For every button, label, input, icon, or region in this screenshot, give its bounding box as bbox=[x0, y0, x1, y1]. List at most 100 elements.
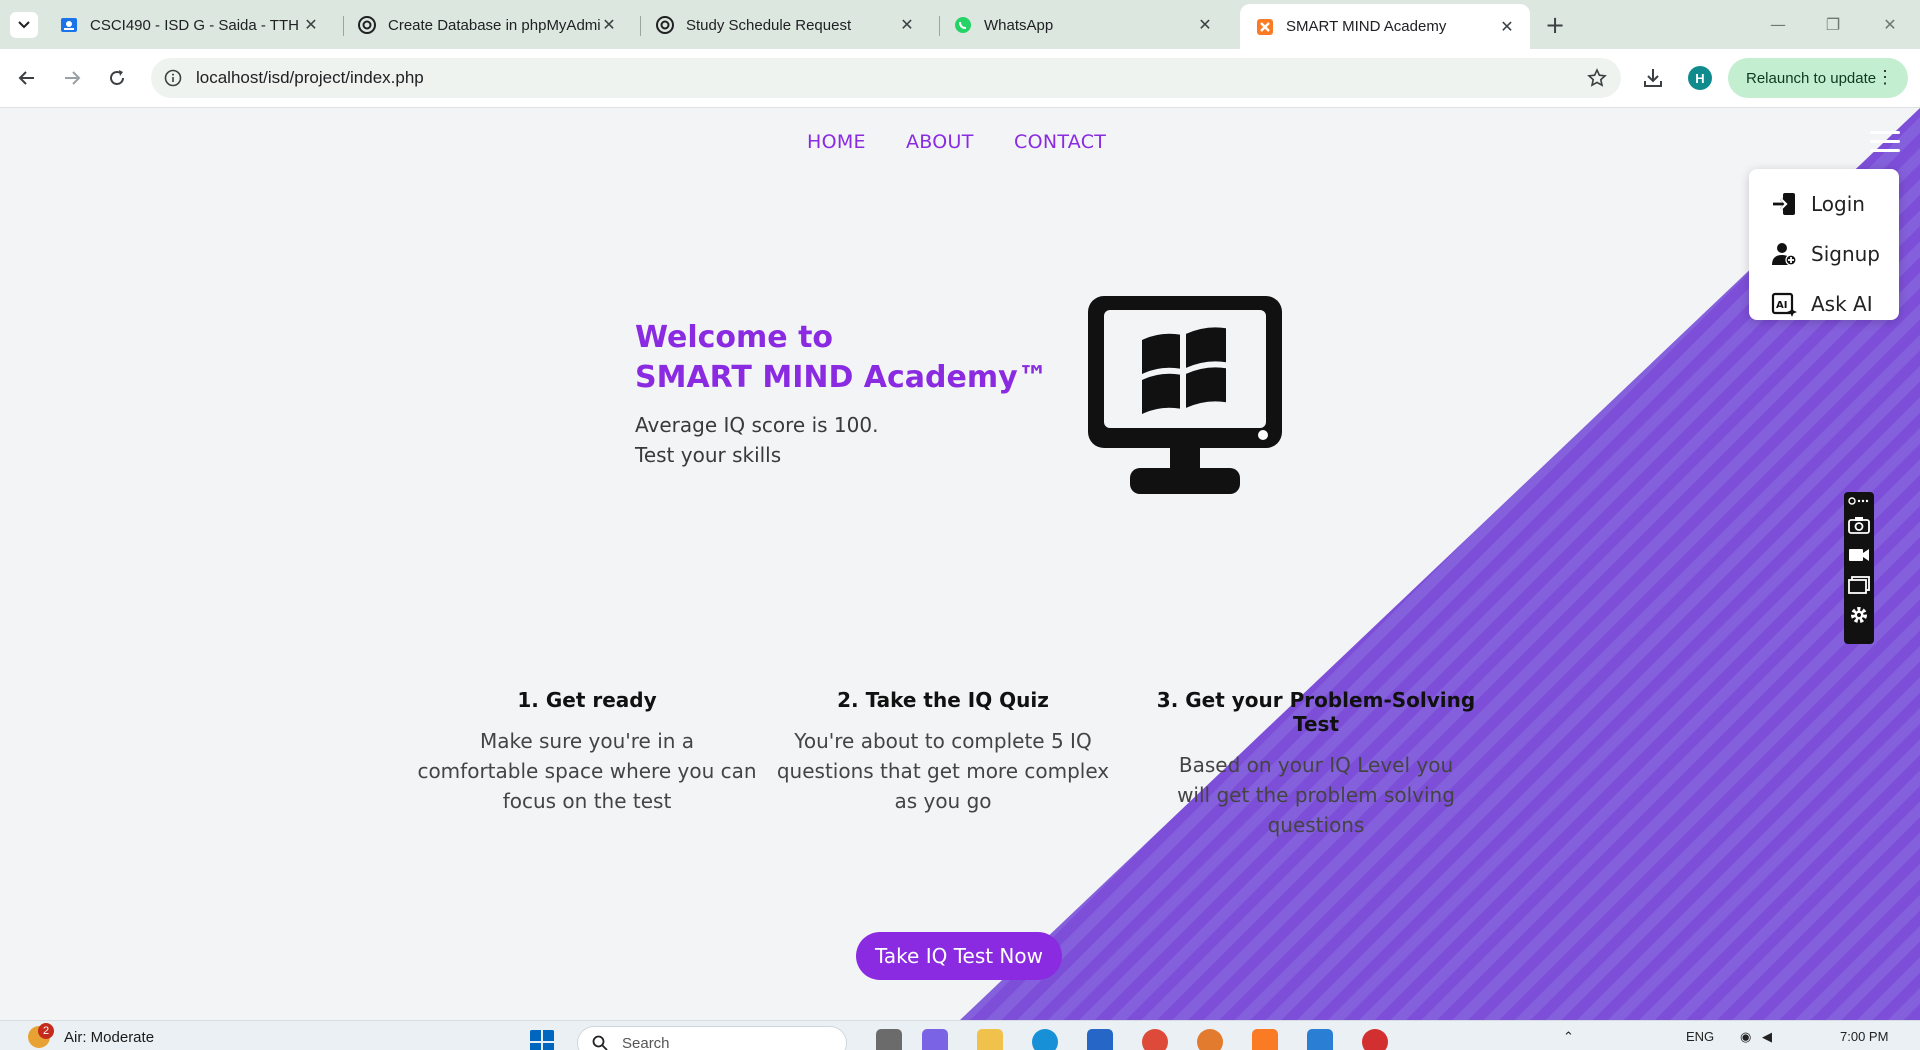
download-icon[interactable] bbox=[1640, 65, 1666, 91]
screen-capture-toolbar bbox=[1844, 492, 1874, 644]
take-iq-test-button[interactable]: Take IQ Test Now bbox=[856, 932, 1062, 980]
menu-item-label: Login bbox=[1811, 192, 1865, 216]
hero-subtitle: Average IQ score is 100. Test your skill… bbox=[635, 410, 878, 470]
relaunch-label: Relaunch to update bbox=[1746, 69, 1877, 87]
menu-item-signup[interactable]: Signup bbox=[1749, 229, 1899, 279]
step-body: Make sure you're in a comfortable space … bbox=[417, 729, 757, 813]
bookmark-star-icon[interactable] bbox=[1587, 68, 1607, 88]
browser-tab[interactable]: Create Database in phpMyAdmi ✕ bbox=[342, 8, 632, 42]
forward-button[interactable] bbox=[57, 63, 87, 93]
hero-subtitle-line-2: Test your skills bbox=[635, 443, 782, 467]
volume-icon[interactable]: ◀ bbox=[1762, 1029, 1772, 1045]
menu-item-label: Signup bbox=[1811, 242, 1880, 266]
copilot-icon[interactable] bbox=[922, 1029, 948, 1050]
nav-about[interactable]: ABOUT bbox=[906, 131, 974, 153]
close-icon[interactable]: ✕ bbox=[600, 16, 618, 34]
browser-tab-strip: CSCI490 - ISD G - Saida - TTH 5 ✕ Create… bbox=[0, 0, 1920, 49]
window-close-icon[interactable]: ✕ bbox=[1870, 10, 1910, 38]
browser-tab[interactable]: CSCI490 - ISD G - Saida - TTH 5 ✕ bbox=[44, 8, 334, 42]
step-card-3: 3. Get your Problem-Solving Test Based o… bbox=[1131, 688, 1501, 840]
more-vert-icon[interactable]: ⋮ bbox=[1876, 68, 1894, 86]
browser-toolbar: localhost/isd/project/index.php H Relaun… bbox=[0, 49, 1920, 108]
site-info-icon[interactable] bbox=[164, 69, 182, 87]
tab-title: SMART MIND Academy bbox=[1286, 18, 1447, 35]
chrome-profile-icon[interactable] bbox=[1197, 1029, 1223, 1050]
chevron-up-icon[interactable]: ⌃ bbox=[1563, 1029, 1574, 1045]
vscode-icon[interactable] bbox=[1307, 1029, 1333, 1050]
step-title: 3. Get your Problem-Solving Test bbox=[1156, 688, 1476, 736]
taskbar-search[interactable]: Search bbox=[577, 1026, 847, 1050]
hero-title-line-1: Welcome to bbox=[635, 320, 834, 355]
tab-title: Study Schedule Request bbox=[686, 16, 852, 34]
wifi-icon[interactable]: ◉ bbox=[1740, 1029, 1751, 1045]
video-camera-icon[interactable] bbox=[1844, 540, 1874, 570]
camera-icon[interactable] bbox=[1844, 510, 1874, 540]
minimize-icon[interactable]: — bbox=[1758, 10, 1798, 38]
hero-title: Welcome to SMART MIND Academy™ bbox=[635, 318, 1048, 398]
url-text[interactable]: localhost/isd/project/index.php bbox=[196, 68, 424, 88]
relaunch-button[interactable]: Relaunch to update ⋮ bbox=[1728, 58, 1908, 98]
recorder-icon[interactable] bbox=[1362, 1029, 1388, 1050]
close-icon[interactable]: ✕ bbox=[1196, 16, 1214, 34]
tab-title: CSCI490 - ISD G - Saida - TTH 5 bbox=[90, 16, 302, 34]
step-card-1: 1. Get ready Make sure you're in a comfo… bbox=[417, 688, 757, 816]
step-title: 2. Take the IQ Quiz bbox=[837, 688, 1049, 712]
xampp-icon bbox=[1257, 18, 1273, 35]
reload-button[interactable] bbox=[102, 63, 132, 93]
task-view-icon[interactable] bbox=[876, 1029, 902, 1050]
step-title: 1. Get ready bbox=[517, 688, 657, 712]
restore-icon[interactable]: ❐ bbox=[1813, 10, 1853, 38]
svg-text:AI: AI bbox=[1776, 300, 1787, 311]
search-placeholder: Search bbox=[622, 1034, 670, 1050]
computer-monitor-icon bbox=[1088, 296, 1282, 494]
hamburger-menu-icon[interactable] bbox=[1870, 131, 1900, 155]
new-tab-button[interactable]: + bbox=[1541, 11, 1569, 39]
menu-item-ask-ai[interactable]: AI Ask AI bbox=[1749, 279, 1899, 329]
file-explorer-icon[interactable] bbox=[977, 1029, 1003, 1050]
menu-item-login[interactable]: Login bbox=[1749, 179, 1899, 229]
tab-search-button[interactable] bbox=[10, 12, 38, 38]
menu-item-label: Ask AI bbox=[1811, 292, 1873, 316]
close-icon[interactable]: ✕ bbox=[898, 16, 916, 34]
back-button[interactable] bbox=[12, 63, 42, 93]
clock[interactable]: 7:00 PM bbox=[1840, 1029, 1888, 1044]
browser-tab-active[interactable]: SMART MIND Academy ✕ bbox=[1240, 4, 1530, 49]
classroom-icon bbox=[61, 18, 77, 32]
close-icon[interactable]: ✕ bbox=[1498, 18, 1516, 36]
browser-tab[interactable]: WhatsApp ✕ bbox=[938, 8, 1228, 42]
notification-badge: 2 bbox=[38, 1023, 54, 1039]
gear-icon[interactable] bbox=[1844, 600, 1874, 630]
step-body: Based on your IQ Level you will get the … bbox=[1177, 753, 1455, 837]
nav-contact[interactable]: CONTACT bbox=[1014, 131, 1106, 153]
add-user-icon bbox=[1772, 243, 1797, 266]
step-body: You're about to complete 5 IQ questions … bbox=[776, 729, 1110, 813]
chatgpt-icon bbox=[656, 16, 674, 34]
chatgpt-icon bbox=[358, 16, 376, 34]
windows-start-icon[interactable] bbox=[529, 1029, 555, 1050]
tab-title: WhatsApp bbox=[984, 16, 1054, 34]
chevron-down-icon bbox=[18, 21, 30, 29]
edge-icon[interactable] bbox=[1032, 1029, 1058, 1050]
hero-title-line-2: SMART MIND Academy™ bbox=[635, 360, 1048, 395]
ai-icon: AI bbox=[1771, 292, 1797, 317]
xampp-taskbar-icon[interactable] bbox=[1252, 1029, 1278, 1050]
login-icon bbox=[1773, 193, 1795, 215]
weather-icon: 2 bbox=[28, 1023, 54, 1048]
window-capture-icon[interactable] bbox=[1844, 570, 1874, 600]
browser-tab[interactable]: Study Schedule Request ✕ bbox=[640, 8, 930, 42]
windows-taskbar: 2 Air: Moderate Search ⌃ ENG ◉ ◀ 7:00 PM bbox=[0, 1020, 1920, 1050]
address-bar[interactable]: localhost/isd/project/index.php bbox=[151, 58, 1621, 98]
search-icon bbox=[592, 1035, 608, 1050]
nav-home[interactable]: HOME bbox=[807, 131, 866, 153]
hero-subtitle-line-1: Average IQ score is 100. bbox=[635, 413, 879, 437]
capture-menu-icon[interactable] bbox=[1844, 492, 1874, 510]
account-dropdown-menu: Login Signup AI Ask AI bbox=[1749, 169, 1899, 320]
profile-avatar[interactable]: H bbox=[1688, 66, 1712, 90]
close-icon[interactable]: ✕ bbox=[302, 16, 320, 34]
weather-widget[interactable]: 2 Air: Moderate bbox=[28, 1023, 155, 1048]
language-indicator[interactable]: ENG bbox=[1686, 1029, 1714, 1044]
chrome-icon[interactable] bbox=[1142, 1029, 1168, 1050]
store-icon[interactable] bbox=[1087, 1029, 1113, 1050]
weather-text: Air: Moderate bbox=[64, 1028, 155, 1046]
tab-title: Create Database in phpMyAdmi bbox=[388, 16, 600, 34]
